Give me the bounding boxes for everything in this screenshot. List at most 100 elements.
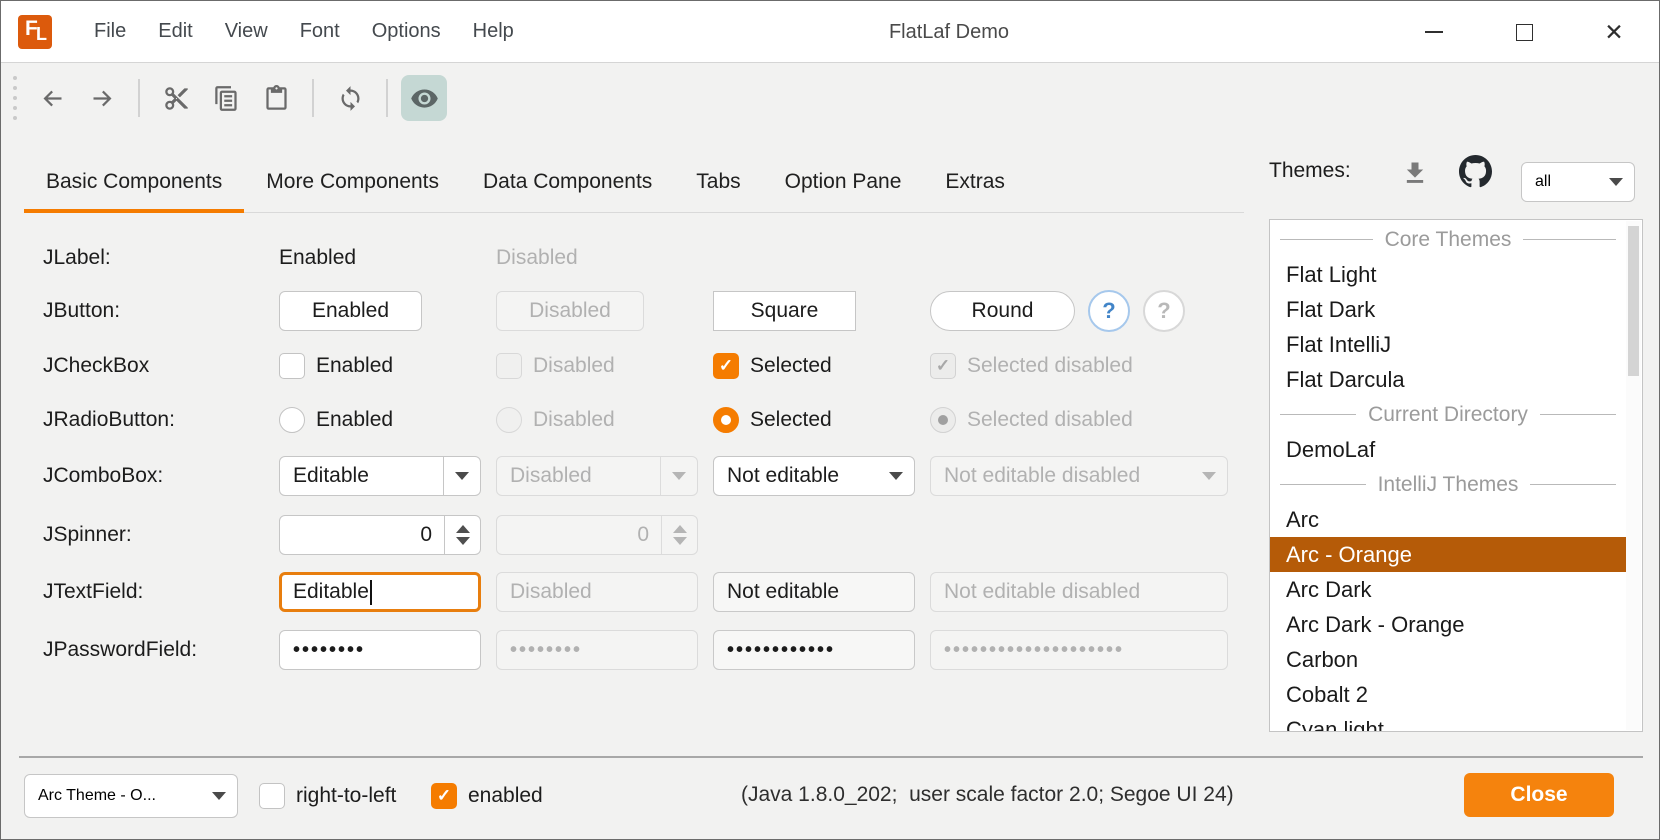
- theme-item-cobalt-2[interactable]: Cobalt 2: [1270, 677, 1626, 712]
- refresh-icon: [337, 85, 364, 112]
- toolbar-separator: [312, 79, 314, 117]
- download-themes-button[interactable]: [1401, 159, 1429, 192]
- back-button[interactable]: [29, 75, 75, 121]
- checkbox-selected[interactable]: ✓: [713, 353, 739, 379]
- themes-label: Themes:: [1269, 159, 1351, 183]
- menu-view[interactable]: View: [209, 1, 284, 62]
- chevron-down-icon[interactable]: [443, 457, 480, 495]
- theme-item-arc[interactable]: Arc: [1270, 502, 1626, 537]
- themes-filter-combobox[interactable]: all: [1521, 162, 1635, 202]
- menu-file[interactable]: File: [78, 1, 142, 62]
- close-window-button[interactable]: ✕: [1569, 1, 1659, 63]
- passwordfield-not-editable[interactable]: ••••••••••••: [713, 630, 915, 670]
- jcombobox-row-label: JComboBox:: [43, 464, 264, 488]
- radio-enabled[interactable]: [279, 407, 305, 433]
- enabled-checkbox[interactable]: ✓: [431, 783, 457, 809]
- github-icon: [1459, 155, 1492, 188]
- tab-data-components[interactable]: Data Components: [461, 151, 674, 212]
- spinner-arrows[interactable]: [444, 516, 480, 554]
- textfield-disabled: Disabled: [496, 572, 698, 612]
- theme-item-flat-dark[interactable]: Flat Dark: [1270, 292, 1626, 327]
- theme-item-carbon[interactable]: Carbon: [1270, 642, 1626, 677]
- textfield-not-editable[interactable]: Not editable: [713, 572, 915, 612]
- github-button[interactable]: [1459, 155, 1492, 193]
- checkbox-disabled: [496, 353, 522, 379]
- combobox-editable[interactable]: Editable: [279, 456, 481, 496]
- close-icon: ✕: [1604, 21, 1623, 44]
- theme-item-flat-darcula[interactable]: Flat Darcula: [1270, 362, 1626, 397]
- paste-button[interactable]: [253, 75, 299, 121]
- forward-button[interactable]: [79, 75, 125, 121]
- jspinner-row-label: JSpinner:: [43, 523, 264, 547]
- radio-selected-disabled: [930, 407, 956, 433]
- radio-selected[interactable]: [713, 407, 739, 433]
- radio-selected-disabled-label: Selected disabled: [967, 408, 1133, 432]
- close-button[interactable]: Close: [1464, 773, 1614, 817]
- themes-scrollbar[interactable]: [1626, 221, 1641, 730]
- chevron-down-icon[interactable]: [877, 457, 914, 495]
- menu-bar: File Edit View Font Options Help: [78, 1, 530, 62]
- maximize-icon: [1516, 24, 1533, 41]
- maximize-button[interactable]: [1479, 1, 1569, 63]
- jcombobox-row: JComboBox: Editable Disabled Not editabl…: [43, 456, 1228, 496]
- jlabel-row: JLabel: Enabled Disabled: [43, 238, 1228, 278]
- theme-item-arc-dark-orange[interactable]: Arc Dark - Orange: [1270, 607, 1626, 642]
- cut-button[interactable]: [153, 75, 199, 121]
- theme-item-demolaf[interactable]: DemoLaf: [1270, 432, 1626, 467]
- copy-button[interactable]: [203, 75, 249, 121]
- toolbar-separator: [138, 79, 140, 117]
- menu-font[interactable]: Font: [284, 1, 356, 62]
- round-button[interactable]: Round: [930, 291, 1075, 331]
- tab-basic-components[interactable]: Basic Components: [24, 151, 244, 212]
- theme-combobox[interactable]: Arc Theme - O...: [24, 774, 238, 818]
- spinner-enabled[interactable]: 0: [279, 515, 481, 555]
- paste-icon: [263, 85, 290, 112]
- enabled-label: enabled: [468, 784, 543, 808]
- theme-item-flat-intellij[interactable]: Flat IntelliJ: [1270, 327, 1626, 362]
- minimize-icon: [1425, 31, 1443, 33]
- jcheckbox-row-label: JCheckBox: [43, 354, 264, 378]
- tab-tabs[interactable]: Tabs: [674, 151, 762, 212]
- theme-item-arc-orange[interactable]: Arc - Orange: [1270, 537, 1626, 572]
- themes-separator-current-directory: Current Directory: [1270, 397, 1626, 432]
- square-button[interactable]: Square: [713, 291, 856, 331]
- menu-edit[interactable]: Edit: [142, 1, 208, 62]
- passwordfield-editable[interactable]: ••••••••: [279, 630, 481, 670]
- checkbox-selected-disabled-label: Selected disabled: [967, 354, 1133, 378]
- menu-options[interactable]: Options: [356, 1, 457, 62]
- passwordfield-disabled: ••••••••: [496, 630, 698, 670]
- tab-extras[interactable]: Extras: [923, 151, 1027, 212]
- tab-option-pane[interactable]: Option Pane: [763, 151, 924, 212]
- jbutton-row: JButton: Enabled Disabled Square Round ?…: [43, 290, 1228, 330]
- checkbox-enabled-label: Enabled: [316, 354, 393, 378]
- enabled-button[interactable]: Enabled: [279, 291, 422, 331]
- jbutton-row-label: JButton:: [43, 299, 264, 323]
- chevron-down-icon[interactable]: [1597, 163, 1634, 201]
- help-button[interactable]: ?: [1088, 290, 1130, 332]
- app-logo-icon: FL: [18, 15, 52, 49]
- theme-item-cyan-light[interactable]: Cyan light: [1270, 712, 1626, 732]
- right-to-left-checkbox[interactable]: [259, 783, 285, 809]
- tab-more-components[interactable]: More Components: [244, 151, 461, 212]
- spinner-enabled-value[interactable]: 0: [280, 516, 444, 554]
- menu-help[interactable]: Help: [457, 1, 530, 62]
- copy-icon: [213, 85, 240, 112]
- toolbar-separator: [386, 79, 388, 117]
- show-hover-effects-toggle[interactable]: [401, 75, 447, 121]
- theme-item-flat-light[interactable]: Flat Light: [1270, 257, 1626, 292]
- textfield-editable[interactable]: Editable: [279, 572, 481, 612]
- combobox-not-editable[interactable]: Not editable: [713, 456, 915, 496]
- toolbar-drag-grip[interactable]: [13, 76, 17, 120]
- refresh-button[interactable]: [327, 75, 373, 121]
- checkbox-enabled[interactable]: [279, 353, 305, 379]
- chevron-down-icon[interactable]: [200, 775, 237, 817]
- cut-icon: [163, 85, 190, 112]
- minimize-button[interactable]: [1389, 1, 1479, 63]
- scrollbar-thumb[interactable]: [1628, 226, 1639, 376]
- theme-item-arc-dark[interactable]: Arc Dark: [1270, 572, 1626, 607]
- jlabel-enabled: Enabled: [279, 246, 481, 270]
- window-title: FlatLaf Demo: [889, 1, 1009, 63]
- disabled-button: Disabled: [496, 291, 644, 331]
- jradiobutton-row: JRadioButton: Enabled Disabled Selected …: [43, 400, 1228, 440]
- passwordfield-not-editable-disabled: ••••••••••••••••••••: [930, 630, 1228, 670]
